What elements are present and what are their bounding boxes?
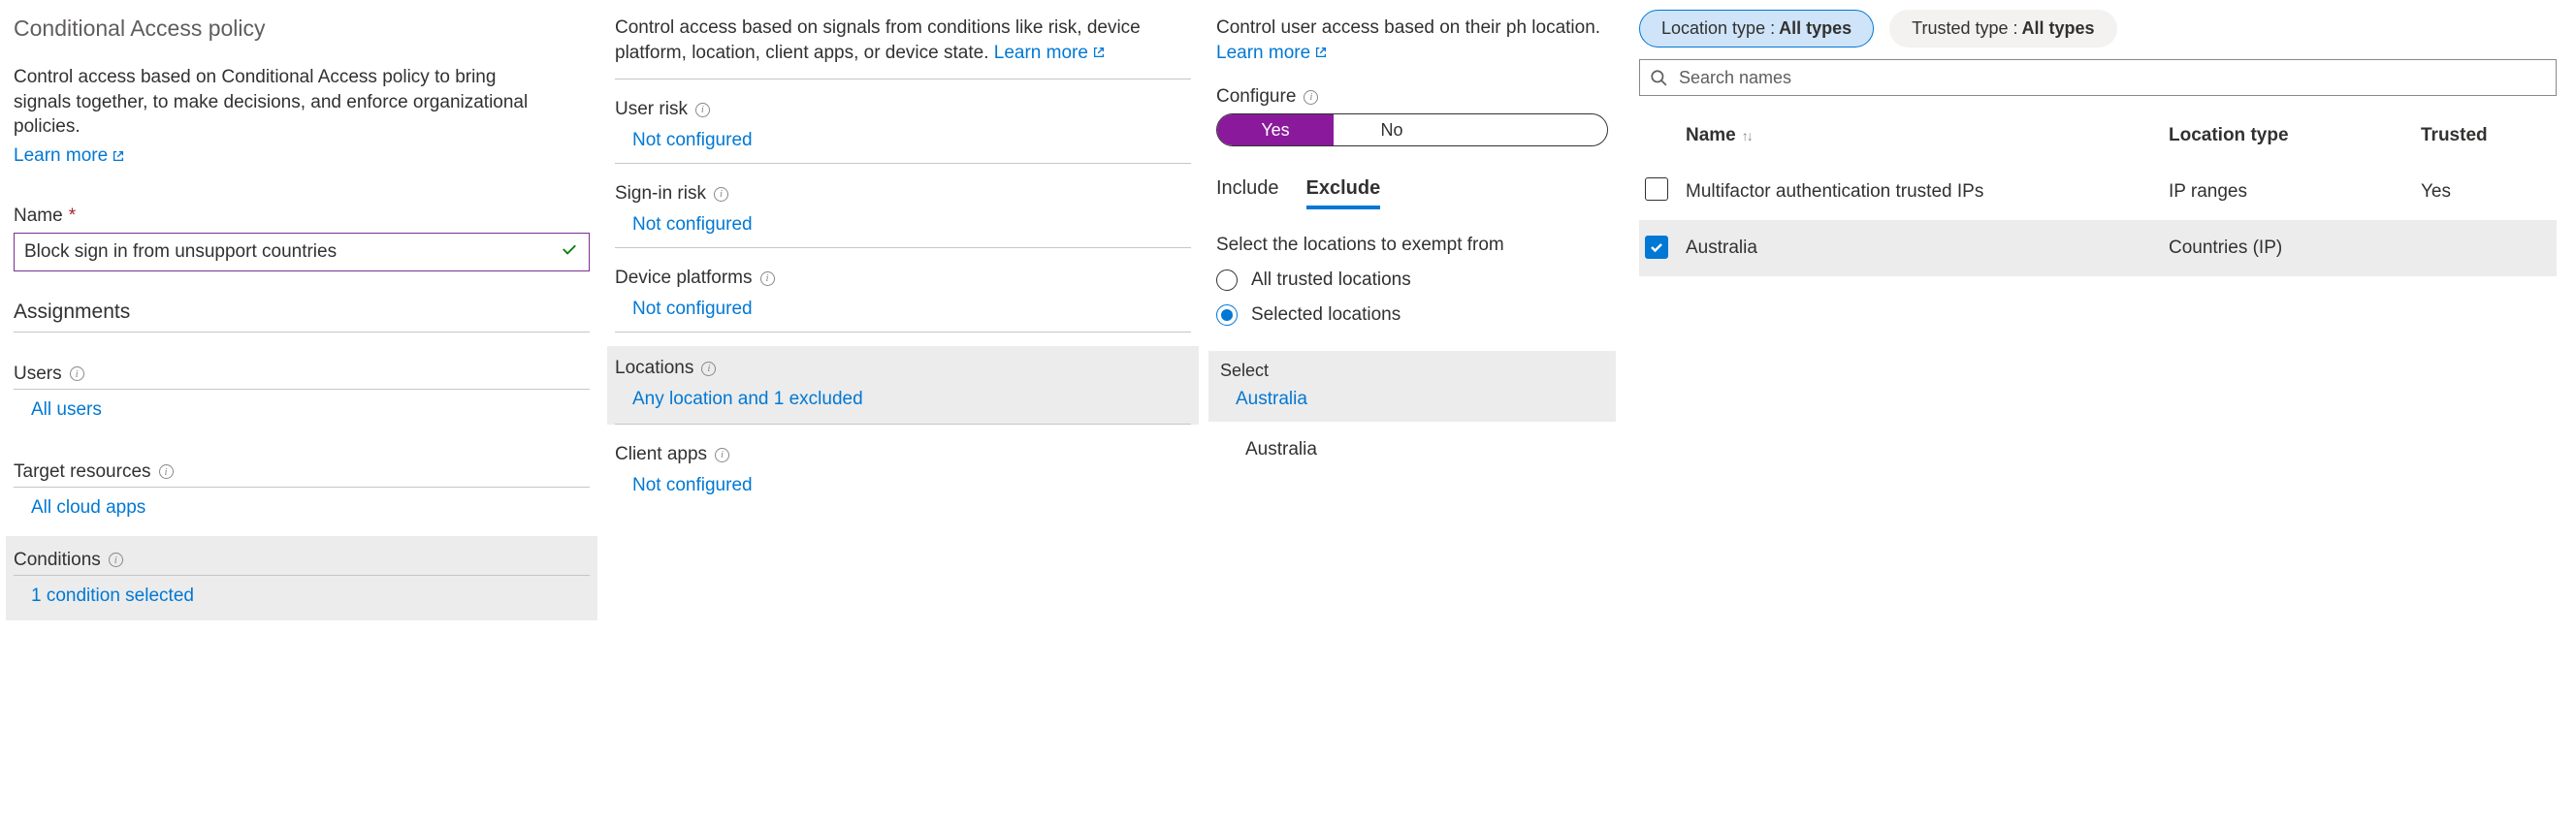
selected-location-row: Australia: [1216, 422, 1608, 474]
name-label: Name *: [14, 206, 590, 227]
locations-column: Control user access based on their ph lo…: [1203, 0, 1620, 824]
row-type: Countries (IP): [2169, 238, 2421, 259]
assignments-heading: Assignments: [14, 301, 590, 333]
conditions-column: Control access based on signals from con…: [601, 0, 1203, 824]
conditions-label: Conditions: [14, 550, 101, 571]
info-icon[interactable]: i: [1304, 90, 1318, 105]
col-trusted[interactable]: Trusted: [2421, 125, 2557, 146]
target-resources-item[interactable]: Target resources i All cloud apps: [6, 438, 597, 528]
configure-label: Configure: [1216, 86, 1296, 108]
condition-device-platforms[interactable]: Device platforms i Not configured: [615, 248, 1191, 333]
row-type: IP ranges: [2169, 181, 2421, 203]
intro-text: Control access based on Conditional Acce…: [14, 65, 557, 140]
chip-location-type[interactable]: Location type : All types: [1639, 10, 1874, 48]
info-icon[interactable]: i: [714, 187, 728, 202]
row-trusted: Yes: [2421, 181, 2557, 203]
conditions-item[interactable]: Conditions i 1 condition selected: [6, 536, 597, 620]
info-icon[interactable]: i: [715, 448, 729, 462]
radio-selected-locations[interactable]: Selected locations: [1216, 304, 1608, 326]
checkbox[interactable]: [1645, 236, 1668, 259]
condition-user-risk[interactable]: User risk i Not configured: [615, 79, 1191, 164]
location-picker-panel: Location type : All types Trusted type :…: [1620, 0, 2576, 824]
info-icon[interactable]: i: [695, 103, 710, 117]
radio-all-trusted[interactable]: All trusted locations: [1216, 269, 1608, 291]
radio-icon: [1216, 269, 1238, 291]
select-locations-block[interactable]: Select Australia: [1208, 351, 1616, 422]
table-header: Name ↑↓ Location type Trusted: [1639, 108, 2557, 164]
row-name: Australia: [1686, 238, 2169, 259]
page-title: Conditional Access policy: [14, 16, 590, 42]
learn-more-label: Learn more: [1216, 41, 1310, 66]
row-name: Multifactor authentication trusted IPs: [1686, 181, 2169, 203]
configure-toggle[interactable]: Yes No: [1216, 113, 1608, 146]
users-value: All users: [14, 390, 590, 430]
external-link-icon: [1314, 46, 1328, 59]
external-link-icon: [112, 149, 125, 163]
info-icon[interactable]: i: [701, 362, 716, 376]
search-field[interactable]: [1677, 67, 2546, 89]
locations-table: Name ↑↓ Location type Trusted Multifacto…: [1639, 108, 2557, 276]
policy-main-column: Conditional Access policy Control access…: [0, 0, 601, 824]
info-icon[interactable]: i: [760, 271, 775, 286]
include-exclude-tabs: Include Exclude: [1216, 177, 1608, 209]
learn-more-label: Learn more: [994, 41, 1088, 66]
target-resources-value: All cloud apps: [14, 488, 590, 528]
search-input[interactable]: [1639, 59, 2557, 96]
learn-more-label: Learn more: [14, 145, 108, 167]
tab-exclude[interactable]: Exclude: [1306, 177, 1381, 209]
table-row[interactable]: Australia Countries (IP): [1639, 220, 2557, 276]
info-icon[interactable]: i: [109, 553, 123, 567]
radio-icon: [1216, 304, 1238, 326]
target-resources-label: Target resources: [14, 461, 151, 483]
learn-more-link[interactable]: Learn more: [1216, 41, 1328, 66]
learn-more-link[interactable]: Learn more: [14, 145, 590, 167]
toggle-no[interactable]: No: [1334, 114, 1450, 145]
condition-client-apps[interactable]: Client apps i Not configured: [615, 425, 1191, 508]
locations-intro: Control user access based on their ph lo…: [1216, 17, 1600, 38]
col-location-type[interactable]: Location type: [2169, 125, 2421, 146]
check-icon: [560, 239, 579, 265]
conditions-value: 1 condition selected: [14, 576, 590, 620]
tab-include[interactable]: Include: [1216, 177, 1279, 209]
required-asterisk: *: [69, 206, 76, 227]
name-input-value: Block sign in from unsupport countries: [24, 241, 337, 263]
exclude-radio-group: All trusted locations Selected locations: [1216, 269, 1608, 326]
search-icon: [1650, 69, 1667, 86]
select-title: Select: [1220, 361, 1608, 381]
info-icon[interactable]: i: [70, 366, 84, 381]
col-name[interactable]: Name ↑↓: [1686, 125, 2169, 146]
exclude-description: Select the locations to exempt from: [1216, 235, 1608, 256]
condition-signin-risk[interactable]: Sign-in risk i Not configured: [615, 164, 1191, 248]
name-input[interactable]: Block sign in from unsupport countries: [14, 233, 590, 271]
check-icon: [1649, 239, 1664, 255]
info-icon[interactable]: i: [159, 464, 174, 479]
external-link-icon: [1092, 46, 1106, 59]
table-row[interactable]: Multifactor authentication trusted IPs I…: [1639, 164, 2557, 220]
condition-locations[interactable]: Locations i Any location and 1 excluded: [607, 346, 1199, 425]
checkbox[interactable]: [1645, 177, 1668, 201]
toggle-yes[interactable]: Yes: [1217, 114, 1334, 145]
learn-more-link[interactable]: Learn more: [994, 41, 1106, 66]
chip-trusted-type[interactable]: Trusted type : All types: [1889, 10, 2116, 48]
users-item[interactable]: Users i All users: [6, 340, 597, 430]
sort-icon: ↑↓: [1742, 128, 1752, 143]
select-value: Australia: [1220, 381, 1608, 410]
users-label: Users: [14, 364, 62, 385]
